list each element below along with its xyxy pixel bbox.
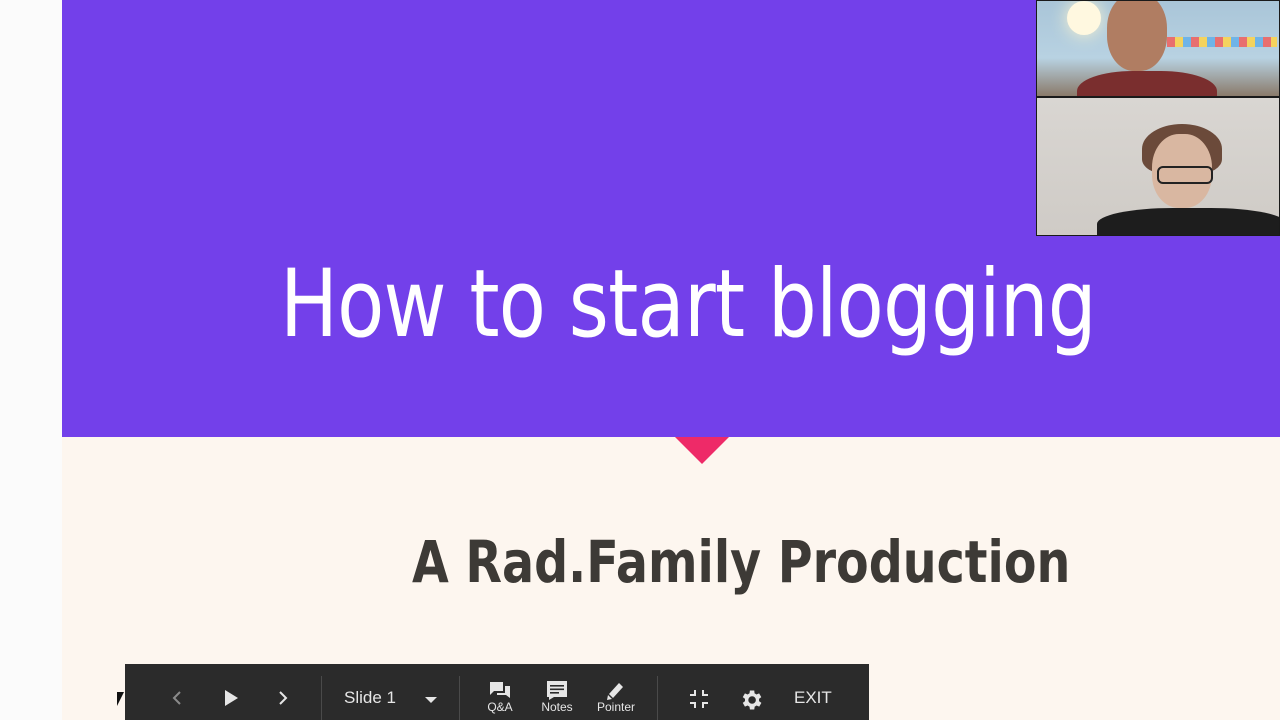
gear-icon (742, 690, 762, 710)
mouse-cursor (117, 692, 124, 706)
participant-video-tile[interactable] (1036, 97, 1280, 236)
presenter-toolbar: Slide 1 Q&A Notes Pointer EXIT (125, 664, 869, 720)
participant-video-tile[interactable] (1036, 0, 1280, 97)
participant-body (1097, 208, 1279, 235)
qa-button[interactable]: Q&A (481, 680, 519, 720)
slide-title: How to start blogging (280, 250, 1097, 359)
settings-button[interactable] (737, 686, 765, 714)
chevron-right-icon (279, 691, 288, 705)
play-button[interactable] (219, 680, 243, 716)
notes-button[interactable]: Notes (536, 680, 578, 720)
chat-bubbles-icon (490, 682, 510, 698)
participant-head (1107, 1, 1167, 71)
accent-triangle (675, 437, 729, 464)
chevron-left-icon (172, 691, 181, 705)
ceiling-light (1067, 1, 1101, 35)
laser-pointer-icon (607, 683, 623, 700)
exit-fullscreen-button[interactable] (687, 686, 711, 712)
previous-slide-button[interactable] (165, 680, 189, 716)
slide-subtitle: A Rad.Family Production (412, 528, 1071, 596)
caret-down-icon (425, 697, 437, 703)
wall-banner (1167, 37, 1277, 47)
notes-label: Notes (541, 700, 573, 714)
qa-label: Q&A (487, 700, 513, 714)
participant-body (1077, 71, 1217, 96)
pointer-label: Pointer (596, 700, 636, 714)
toolbar-divider (657, 676, 658, 720)
participant-glasses (1157, 166, 1213, 184)
toolbar-divider (459, 676, 460, 720)
pointer-button[interactable]: Pointer (592, 680, 640, 720)
exit-button[interactable]: EXIT (794, 688, 832, 708)
play-icon (225, 690, 238, 706)
left-margin (0, 0, 62, 720)
toolbar-divider (321, 676, 322, 720)
compress-icon (690, 690, 708, 708)
notes-icon (547, 681, 567, 700)
next-slide-button[interactable] (271, 680, 295, 716)
slide-selector-label: Slide 1 (344, 688, 396, 707)
